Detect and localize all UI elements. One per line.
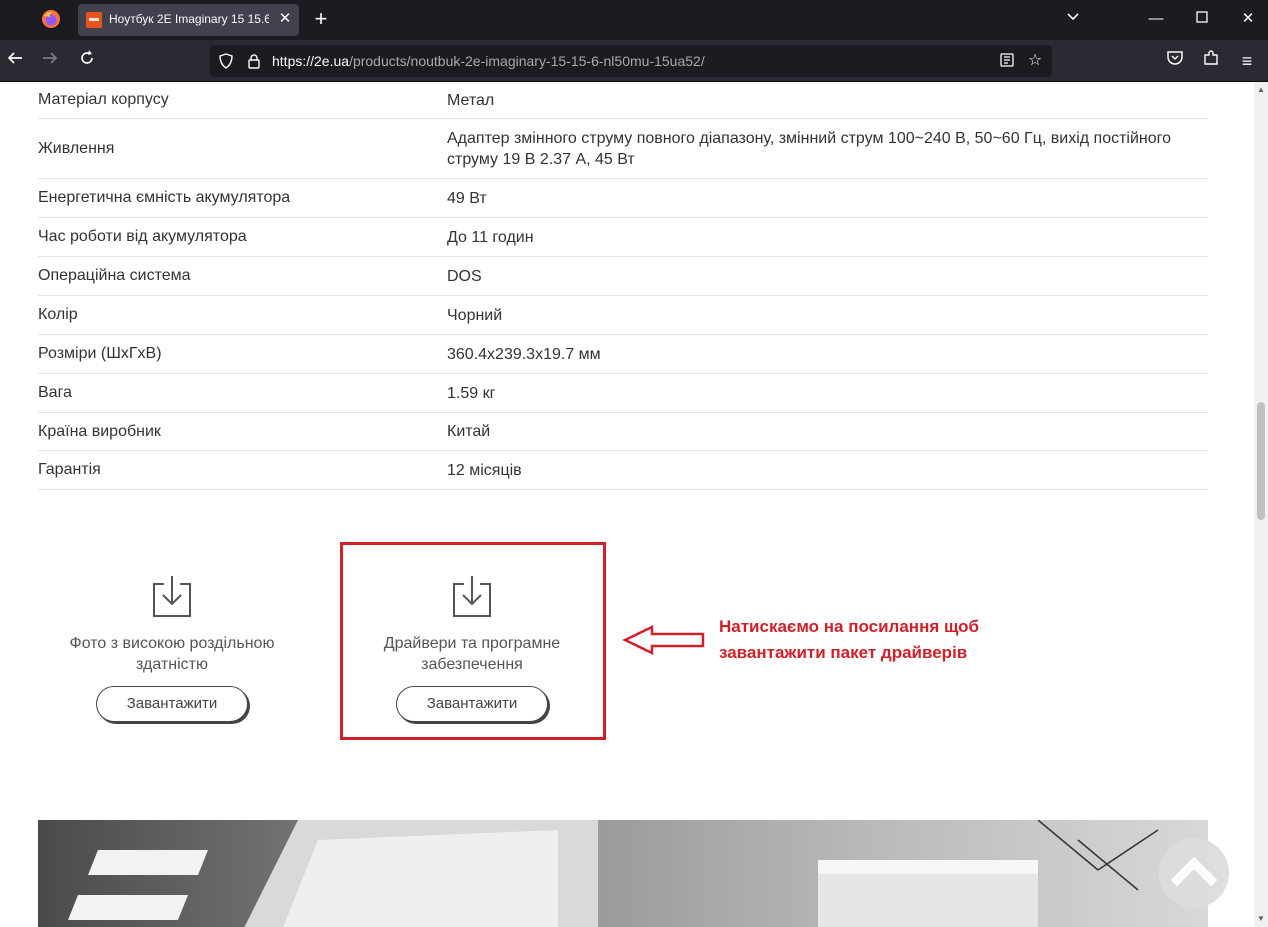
page-scrollbar[interactable]: ▲ ▼ <box>1254 82 1268 927</box>
spec-key: Енергетична ємність акумулятора <box>38 189 291 206</box>
back-icon[interactable] <box>3 49 27 73</box>
forward-icon[interactable] <box>38 49 62 73</box>
active-tab[interactable]: Ноутбук 2E Imaginary 15 15.6" | ✕ <box>78 4 299 36</box>
spec-value: Адаптер змінного струму повного діапазон… <box>447 129 1172 168</box>
specs-table: Матеріал корпусу Метал Живлення Адаптер … <box>38 82 1208 490</box>
spec-row: Живлення Адаптер змінного струму повного… <box>38 119 1208 179</box>
page-content: Матеріал корпусу Метал Живлення Адаптер … <box>0 82 1254 927</box>
url-host: https://2e.ua <box>272 53 350 69</box>
spec-row: Енергетична ємність акумулятора 49 Вт <box>38 179 1208 218</box>
extensions-icon[interactable] <box>1199 49 1223 73</box>
minimize-icon[interactable]: — <box>1144 8 1168 30</box>
annotation-arrow-icon <box>622 625 705 655</box>
highlight-box <box>340 542 606 740</box>
menu-hamburger-icon[interactable]: ≡ <box>1235 49 1259 73</box>
spec-key: Матеріал корпусу <box>38 91 169 108</box>
spec-row: Розміри (ШхГхВ) 360.4x239.3x19.7 мм <box>38 335 1208 374</box>
spec-key: Розміри (ШхГхВ) <box>38 345 162 362</box>
spec-value: Чорний <box>447 306 503 324</box>
spec-row: Матеріал корпусу Метал <box>38 82 1208 119</box>
scroll-down-arrow-icon[interactable]: ▼ <box>1254 913 1268 925</box>
spec-row: Країна виробник Китай <box>38 413 1208 451</box>
spec-value: 12 місяців <box>447 461 522 479</box>
spec-key: Час роботи від акумулятора <box>38 228 247 245</box>
browser-tab-bar: Ноутбук 2E Imaginary 15 15.6" | ✕ + — ✕ <box>0 0 1268 40</box>
spec-value: 360.4x239.3x19.7 мм <box>447 345 601 363</box>
spec-row: Операційна система DOS <box>38 257 1208 296</box>
spec-value: До 11 годин <box>447 228 534 246</box>
spec-value: Китай <box>447 423 491 440</box>
maximize-icon[interactable] <box>1190 8 1214 30</box>
reload-icon[interactable] <box>75 49 99 73</box>
browser-nav-bar: https://2e.ua/products/noutbuk-2e-imagin… <box>0 40 1268 82</box>
reader-view-icon[interactable] <box>998 52 1016 70</box>
close-window-icon[interactable]: ✕ <box>1236 8 1260 30</box>
spec-key: Колір <box>38 306 78 323</box>
spec-row: Гарантія 12 місяців <box>38 451 1208 490</box>
spec-key: Гарантія <box>38 461 101 478</box>
pocket-icon[interactable] <box>1163 49 1187 73</box>
spec-row: Час роботи від акумулятора До 11 годин <box>38 218 1208 257</box>
tracking-protection-shield-icon[interactable] <box>218 53 234 69</box>
spec-value: DOS <box>447 267 482 285</box>
bookmark-star-icon[interactable]: ☆ <box>1026 52 1044 70</box>
scroll-to-top-button[interactable] <box>1159 838 1229 908</box>
download-photos-block: Фото з високою роздільною здатністю Зава… <box>42 574 302 722</box>
download-icon <box>153 576 191 617</box>
promo-banner-image <box>38 820 1208 927</box>
spec-value: 49 Вт <box>447 189 487 207</box>
spec-value: Метал <box>447 91 495 109</box>
download-photos-label: Фото з високою роздільною здатністю <box>69 635 275 673</box>
scroll-thumb[interactable] <box>1257 402 1265 520</box>
tab-title: Ноутбук 2E Imaginary 15 15.6" | <box>109 12 269 26</box>
chevron-up-icon <box>1170 856 1218 887</box>
spec-key: Країна виробник <box>38 422 161 440</box>
url-text[interactable]: https://2e.ua/products/noutbuk-2e-imagin… <box>272 53 705 69</box>
url-path: /products/noutbuk-2e-imaginary-15-15-6-n… <box>349 53 705 69</box>
spec-key: Живлення <box>38 139 115 157</box>
annotation-text: Натискаємо на посилання щоб завантажити … <box>719 617 979 662</box>
address-bar[interactable]: https://2e.ua/products/noutbuk-2e-imagin… <box>210 45 1052 77</box>
firefox-icon[interactable] <box>41 9 61 29</box>
new-tab-icon[interactable]: + <box>310 8 332 30</box>
site-favicon-icon <box>86 12 102 28</box>
scroll-up-arrow-icon[interactable]: ▲ <box>1254 84 1268 96</box>
banner-photo <box>38 820 1208 927</box>
spec-row: Вага 1.59 кг <box>38 374 1208 413</box>
spec-row: Колір Чорний <box>38 296 1208 335</box>
spec-key: Вага <box>38 384 72 401</box>
download-photos-button[interactable]: Завантажити <box>96 686 248 722</box>
list-all-tabs-icon[interactable] <box>1061 8 1085 30</box>
spec-value: 1.59 кг <box>447 384 496 402</box>
close-tab-icon[interactable]: ✕ <box>277 9 293 29</box>
spec-key: Операційна система <box>38 267 191 284</box>
lock-icon[interactable] <box>246 53 262 69</box>
